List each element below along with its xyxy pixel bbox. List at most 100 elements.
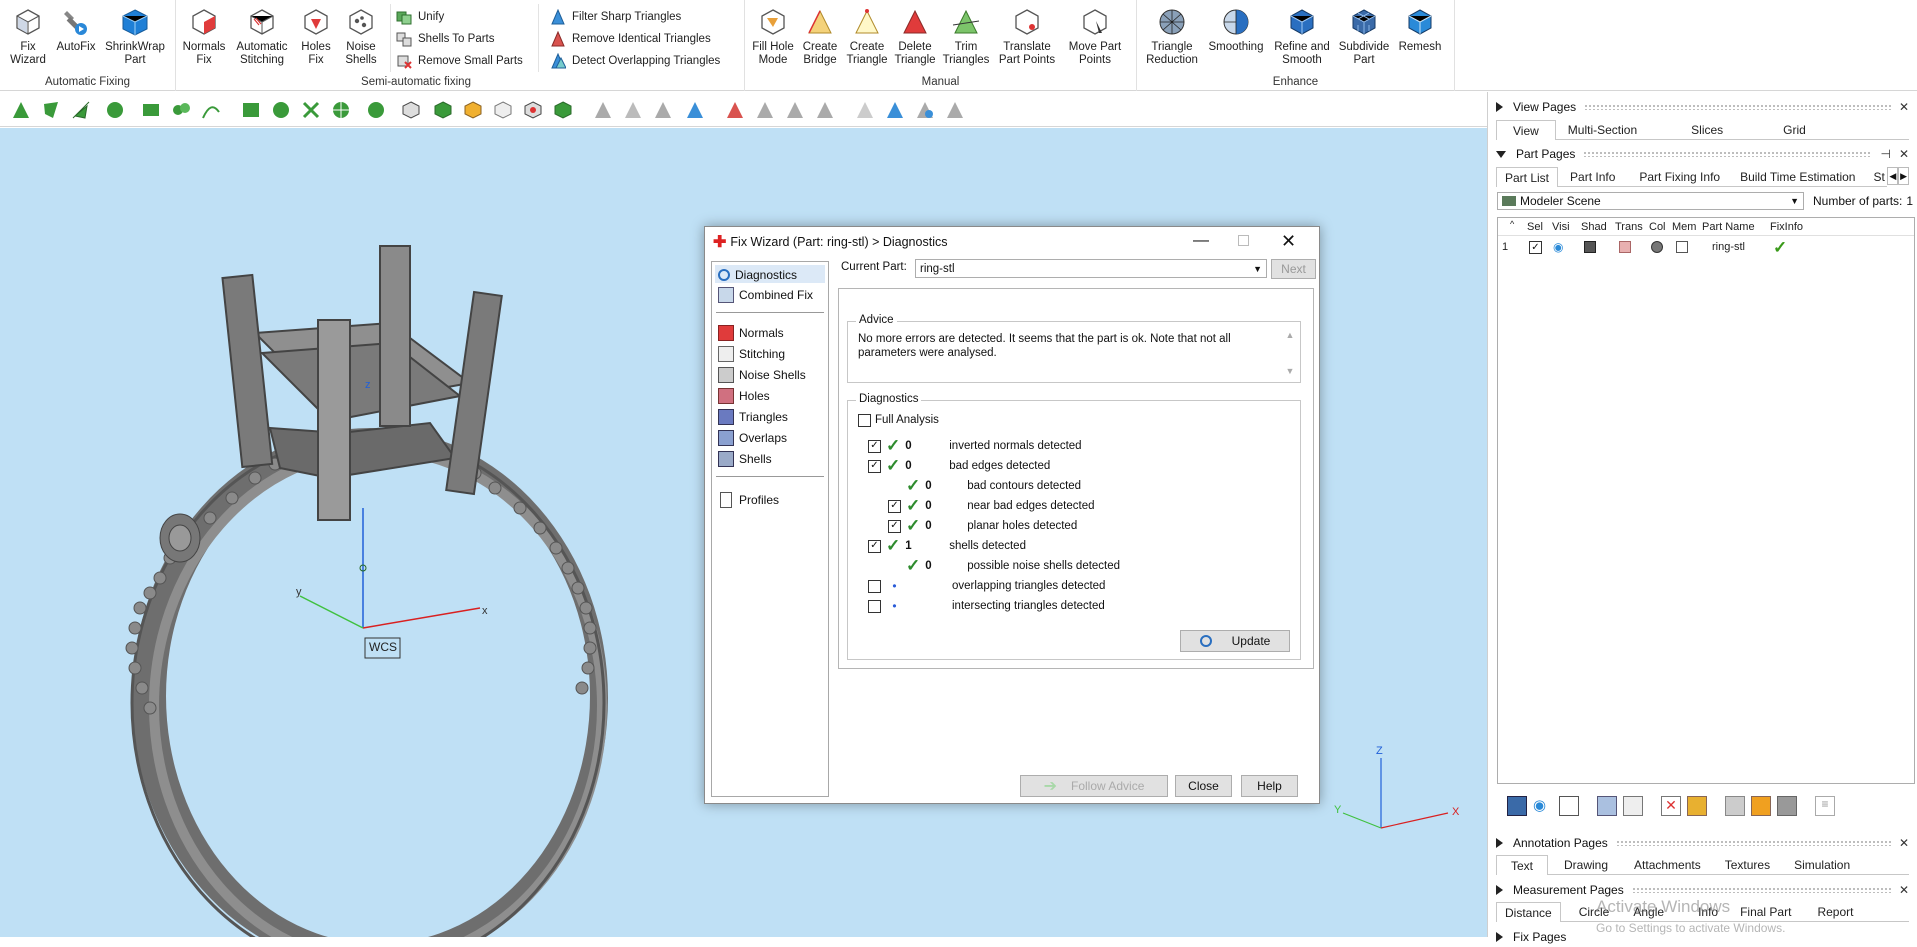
shells-to-parts-button[interactable]: Shells To Parts	[396, 30, 495, 48]
nav-overlaps[interactable]: Overlaps	[718, 429, 787, 447]
tab-grid[interactable]: Grid	[1767, 120, 1909, 140]
delete-part-icon[interactable]: ✕	[1661, 796, 1681, 816]
part-action-icon[interactable]	[1507, 796, 1527, 816]
select-cluster-tool-icon[interactable]	[170, 99, 192, 121]
tab-scroll-right-icon[interactable]: ▶	[1898, 167, 1909, 185]
remove-identical-triangles-button[interactable]: Remove Identical Triangles	[550, 30, 711, 48]
create-bridge-button[interactable]: Create Bridge	[800, 6, 840, 67]
col-visi[interactable]: Visi	[1552, 221, 1570, 233]
delete-triangles-red-icon[interactable]	[724, 99, 746, 121]
tab-slices[interactable]: Slices	[1661, 120, 1768, 140]
triangle-reduction-button[interactable]: Triangle Reduction	[1143, 6, 1201, 67]
select-triangles-grey-icon[interactable]	[592, 99, 614, 121]
full-analysis-box[interactable]	[858, 413, 871, 427]
tab-drawing[interactable]: Drawing	[1548, 855, 1623, 875]
select-curve-tool-icon[interactable]	[200, 99, 222, 121]
close-icon[interactable]: ✕	[1281, 231, 1296, 252]
scroll-up-icon[interactable]: ▲	[1286, 330, 1295, 340]
help-button[interactable]: Help	[1241, 775, 1298, 797]
close-icon[interactable]: ✕	[1899, 883, 1909, 897]
pin-icon[interactable]: ⊣	[1880, 147, 1890, 161]
col-trans[interactable]: Trans	[1615, 221, 1643, 233]
nav-shells[interactable]: Shells	[718, 450, 772, 468]
invert-selection-tool-icon[interactable]	[462, 99, 484, 121]
subdivide-part-button[interactable]: Subdivide Part	[1337, 6, 1391, 67]
col-fixinfo[interactable]: FixInfo	[1770, 221, 1803, 233]
triangle-tool-grey-4-icon[interactable]	[854, 99, 876, 121]
minimize-icon[interactable]: —	[1193, 232, 1209, 250]
diagnostic-checkbox[interactable]: ✓	[888, 499, 901, 513]
move-part-points-button[interactable]: Move Part Points	[1065, 6, 1125, 67]
trim-triangles-button[interactable]: Trim Triangles	[941, 6, 991, 67]
tab-view[interactable]: View	[1496, 120, 1556, 140]
nav-holes[interactable]: Holes	[718, 387, 770, 405]
detect-overlapping-triangles-button[interactable]: Detect Overlapping Triangles	[550, 52, 720, 70]
tab-build-time-estimation[interactable]: Build Time Estimation	[1732, 167, 1870, 187]
close-icon[interactable]: ✕	[1899, 836, 1909, 850]
tab-textures[interactable]: Textures	[1714, 855, 1785, 875]
translate-part-points-button[interactable]: Translate Part Points	[995, 6, 1059, 67]
current-part-select[interactable]: ring-stl ▼	[915, 259, 1267, 278]
select-edges-grey-icon[interactable]	[622, 99, 644, 121]
select-mesh-tool-icon[interactable]	[270, 99, 292, 121]
diagnostic-checkbox[interactable]	[868, 599, 881, 613]
select-triangle-tool-icon[interactable]	[10, 99, 32, 121]
col-sel[interactable]: Sel	[1527, 221, 1543, 233]
diagnostic-checkbox[interactable]: ✓	[868, 439, 881, 453]
diagnostic-checkbox[interactable]: ✓	[868, 539, 881, 553]
select-part-tool-icon[interactable]	[400, 99, 422, 121]
smoothing-button[interactable]: Smoothing	[1205, 6, 1267, 54]
checklist-icon[interactable]	[1559, 796, 1579, 816]
col-mem[interactable]: Mem	[1672, 221, 1696, 233]
row-select-checkbox[interactable]: ✓	[1529, 241, 1542, 254]
full-analysis-checkbox[interactable]: Full Analysis	[858, 411, 939, 429]
nav-combined-fix[interactable]: Combined Fix	[718, 286, 813, 304]
part-cube-icon[interactable]	[1597, 796, 1617, 816]
visibility-eye-icon[interactable]: ◉	[1553, 240, 1563, 254]
tab-scroll-left-icon[interactable]: ◀	[1887, 167, 1899, 185]
maximize-icon[interactable]	[1238, 235, 1249, 246]
fill-hole-mode-button[interactable]: Fill Hole Mode	[751, 6, 795, 67]
annotation-pages-header[interactable]: Annotation Pages ✕	[1496, 833, 1909, 853]
select-sphere-tool-icon[interactable]	[104, 99, 126, 121]
select-triangles-blue-icon[interactable]	[684, 99, 706, 121]
diagnostic-checkbox[interactable]	[868, 579, 881, 593]
next-button[interactable]: Next	[1271, 259, 1316, 279]
nav-stitching[interactable]: Stitching	[718, 345, 785, 363]
scene-select[interactable]: Modeler Scene ▼	[1497, 192, 1804, 210]
sort-icon[interactable]: ^	[1510, 219, 1514, 229]
tab-part-fixing-info[interactable]: Part Fixing Info	[1625, 167, 1733, 187]
nav-triangles[interactable]: Triangles	[718, 408, 788, 426]
tab-report[interactable]: Report	[1803, 902, 1909, 922]
diagnostic-checkbox[interactable]: ✓	[868, 459, 881, 473]
diagnostic-checkbox[interactable]: ✓	[888, 519, 901, 533]
tab-st[interactable]: St	[1869, 167, 1888, 187]
tab-part-info[interactable]: Part Info	[1558, 167, 1626, 187]
nav-noise-shells[interactable]: Noise Shells	[718, 366, 806, 384]
grey-box-icon[interactable]	[1777, 796, 1797, 816]
select-wheel-tool-icon[interactable]	[330, 99, 352, 121]
scroll-down-icon[interactable]: ▼	[1286, 366, 1295, 376]
select-brush-tool-icon[interactable]	[300, 99, 322, 121]
triangle-tool-grey-1-icon[interactable]	[754, 99, 776, 121]
sort-list-icon[interactable]: ≡	[1815, 796, 1835, 816]
tab-part-list[interactable]: Part List	[1496, 167, 1559, 187]
select-surface-tool-icon[interactable]	[40, 99, 62, 121]
normals-fix-button[interactable]: Normals Fix	[182, 6, 226, 67]
hide-selected-tool-icon[interactable]	[522, 99, 544, 121]
select-sharp-grey-icon[interactable]	[652, 99, 674, 121]
dialog-titlebar[interactable]: ✚ Fix Wizard (Part: ring-stl) > Diagnost…	[705, 227, 1319, 257]
triangle-tool-grey-5-icon[interactable]	[944, 99, 966, 121]
triangle-tool-grey-2-icon[interactable]	[784, 99, 806, 121]
grey-tool-icon[interactable]	[1725, 796, 1745, 816]
filter-sharp-triangles-button[interactable]: Filter Sharp Triangles	[550, 8, 681, 26]
automatic-stitching-button[interactable]: Automatic Stitching	[236, 6, 288, 67]
follow-advice-button[interactable]: ➔ Follow Advice	[1020, 775, 1168, 797]
close-icon[interactable]: ✕	[1899, 100, 1909, 114]
shell-select-tool-icon[interactable]	[552, 99, 574, 121]
remove-small-parts-button[interactable]: Remove Small Parts	[396, 52, 523, 70]
select-plane-tool-icon[interactable]	[240, 99, 262, 121]
part-pages-header[interactable]: Part Pages ⊣ ✕	[1496, 144, 1909, 164]
select-flat-tool-icon[interactable]	[365, 99, 387, 121]
part-color-icon[interactable]	[1687, 796, 1707, 816]
